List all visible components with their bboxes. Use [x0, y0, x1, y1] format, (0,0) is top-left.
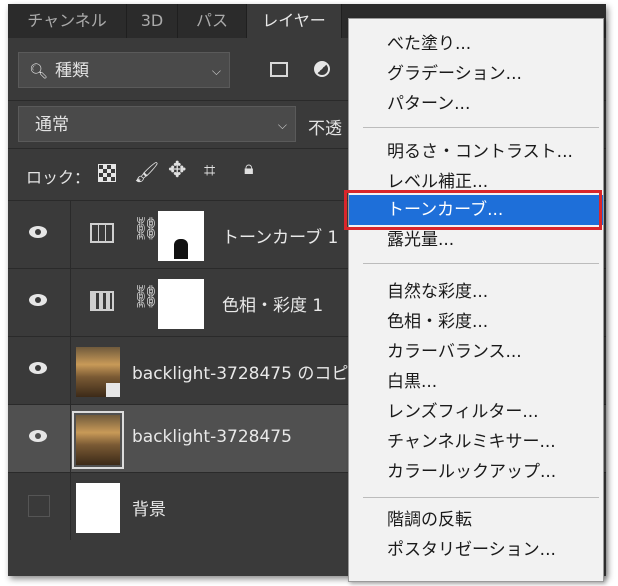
menu-item-channel-mixer[interactable]: チャンネルミキサー...	[349, 427, 603, 457]
lock-transparent-pixels-icon[interactable]	[98, 164, 116, 182]
menu-item-posterize[interactable]: ポスタリゼーション...	[349, 535, 603, 565]
menu-item-gradient[interactable]: グラデーション...	[349, 59, 603, 89]
tab-channels[interactable]: チャンネル	[8, 4, 127, 38]
menu-item-solid-color[interactable]: べた塗り...	[349, 29, 603, 59]
menu-item-vibrance[interactable]: 自然な彩度...	[349, 277, 603, 307]
lock-image-pixels-icon[interactable]: 🖌︎	[134, 160, 159, 184]
visibility-toggle[interactable]	[28, 495, 50, 517]
tab-layers[interactable]: レイヤー	[247, 4, 342, 38]
chevron-down-icon: ⌵	[277, 118, 287, 132]
filter-kind-select[interactable]: 🔍︎ 種類 ⌵	[18, 52, 230, 88]
hue-saturation-adjustment-icon	[90, 291, 114, 311]
menu-item-color-lookup[interactable]: カラールックアップ...	[349, 457, 603, 487]
adjustment-layer-menu: べた塗り... グラデーション... パターン... 明るさ・コントラスト...…	[348, 18, 604, 582]
filter-kind-label: 種類	[55, 61, 89, 81]
lock-artboard-icon[interactable]: ⌗	[204, 158, 215, 182]
smart-object-icon	[106, 383, 120, 397]
lock-label: ロック：	[26, 168, 91, 187]
blend-mode-select[interactable]: 通常 ⌵	[18, 106, 296, 142]
link-chain-icon[interactable]: ⛓︎	[132, 285, 160, 310]
menu-item-invert[interactable]: 階調の反転	[349, 505, 603, 535]
tab-paths[interactable]: パス	[178, 4, 247, 38]
lock-all-icon[interactable]: 🔒︎	[244, 158, 254, 179]
menu-item-photo-filter[interactable]: レンズフィルター...	[349, 397, 603, 427]
menu-item-pattern[interactable]: パターン...	[349, 89, 603, 119]
menu-item-hue-saturation[interactable]: 色相・彩度...	[349, 307, 603, 337]
lock-position-icon[interactable]: ✥	[168, 158, 186, 183]
eye-icon[interactable]	[28, 225, 48, 239]
menu-item-color-balance[interactable]: カラーバランス...	[349, 337, 603, 367]
opacity-label: 不透	[308, 119, 342, 139]
layer-name[interactable]: 色相・彩度 1	[222, 291, 323, 316]
eye-icon[interactable]	[28, 429, 48, 443]
eye-icon[interactable]	[28, 361, 48, 375]
layer-mask-thumbnail[interactable]	[158, 279, 204, 329]
annotation-highlight-box	[344, 190, 602, 230]
adjustment-filter-icon[interactable]	[314, 61, 330, 77]
link-chain-icon[interactable]: ⛓︎	[132, 217, 160, 242]
tab-3d[interactable]: 3D	[127, 4, 178, 38]
menu-item-black-white[interactable]: 白黒...	[349, 367, 603, 397]
layer-mask-thumbnail[interactable]	[158, 211, 204, 261]
layer-name[interactable]: トーンカーブ 1	[222, 223, 338, 248]
curves-adjustment-icon	[90, 223, 114, 243]
chevron-down-icon: ⌵	[211, 64, 221, 78]
blend-mode-value: 通常	[35, 115, 69, 135]
layer-name[interactable]: backlight-3728475	[132, 427, 292, 447]
layer-name[interactable]: backlight-3728475 のコピー	[132, 359, 365, 384]
layer-thumbnail[interactable]	[76, 483, 120, 533]
image-filter-icon[interactable]	[270, 62, 288, 77]
eye-icon[interactable]	[28, 293, 48, 307]
layer-thumbnail[interactable]	[72, 411, 124, 469]
layer-name[interactable]: 背景	[132, 495, 166, 520]
layer-thumbnail[interactable]	[76, 347, 120, 397]
search-icon: 🔍︎	[29, 62, 49, 80]
menu-item-brightness-contrast[interactable]: 明るさ・コントラスト...	[349, 137, 603, 167]
